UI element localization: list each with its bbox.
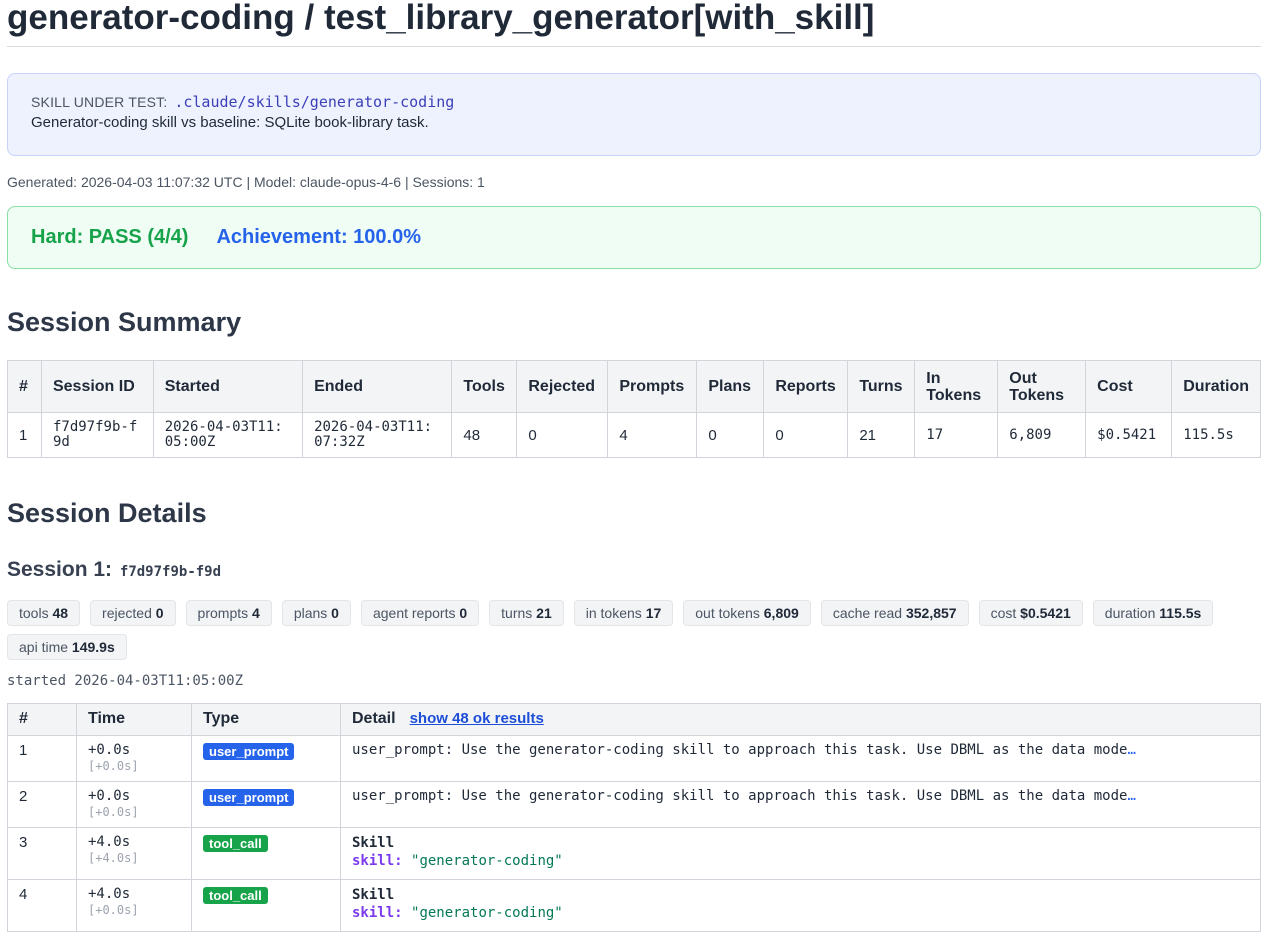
event-num: 4 [7,879,77,932]
session-started: started 2026-04-03T11:05:00Z [7,673,244,689]
generation-meta: Generated: 2026-04-03 11:07:32 UTC | Mod… [7,174,485,190]
type-badge: tool_call [203,887,268,904]
stat-chip-api-time: api time 149.9s [7,634,127,660]
stat-chip-cost: cost $0.5421 [978,600,1083,626]
stat-chip-tools: tools 48 [7,600,81,626]
session-stats: tools 48 rejected 0 prompts 4 plans 0 ag… [7,600,1261,660]
stat-chip-out-tokens: out tokens 6,809 [683,600,811,626]
type-badge: tool_call [203,835,268,852]
col-time: Time [76,703,192,736]
event-num: 2 [7,781,77,828]
col-detail-label: Detail [352,710,396,727]
event-time: +4.0s [+4.0s] [76,827,192,880]
event-num: 3 [7,827,77,880]
event-num: 1 [7,735,77,782]
cell-turns: 21 [847,412,916,458]
hard-result: Hard: PASS (4/4) [31,226,189,248]
table-row[interactable]: 3 +4.0s [+4.0s] tool_call Skill skill: "… [7,827,1261,880]
stat-chip-agent-reports: agent reports 0 [360,600,480,626]
event-detail: Skill skill: "generator-coding" [340,879,1261,932]
event-detail: user_prompt: Use the generator-coding sk… [340,735,1261,782]
stat-chip-turns: turns 21 [489,600,564,626]
col-rejected: Rejected [516,360,609,413]
cell-in-tokens: 17 [914,412,999,458]
event-time: +4.0s [+0.0s] [76,879,192,932]
skill-label: SKILL UNDER TEST: [31,94,168,110]
stat-chip-in-tokens: in tokens 17 [573,600,674,626]
event-detail: user_prompt: Use the generator-coding sk… [340,781,1261,828]
col-session-id: Session ID [40,360,154,413]
cell-session-id: f7d97f9b-f9d [40,412,154,458]
table-row: 1 f7d97f9b-f9d 2026-04-03T11:05:00Z 2026… [7,412,1261,458]
table-row[interactable]: 1 +0.0s [+0.0s] user_prompt user_prompt:… [7,735,1261,782]
col-num: # [7,703,77,736]
page-title: generator-coding / test_library_generato… [7,0,1261,47]
cell-ended: 2026-04-03T11:07:32Z [302,412,453,458]
session-label: Session 1: [7,558,113,581]
stat-chip-cache-read: cache read 352,857 [820,600,969,626]
show-ok-results-link[interactable]: show 48 ok results [410,710,544,727]
session-heading: Session 1: f7d97f9b-f9d [7,557,1261,583]
cell-reports: 0 [763,412,849,458]
cell-plans: 0 [696,412,765,458]
col-ended: Ended [302,360,453,413]
session-summary-table: # Session ID Started Ended Tools Rejecte… [7,360,1261,458]
expand-ellipsis[interactable]: … [1127,788,1135,804]
event-type: user_prompt [191,735,341,782]
col-in-tokens: In Tokens [914,360,999,413]
stat-chip-duration: duration 115.5s [1092,600,1214,626]
event-time: +0.0s [+0.0s] [76,781,192,828]
tool-name: Skill [352,887,395,903]
skill-description: Generator-coding skill vs baseline: SQLi… [31,114,429,131]
col-started: Started [152,360,304,413]
cell-rejected: 0 [516,412,609,458]
events-header-row: # Time Type Detail show 48 ok results [7,703,1261,736]
session-id: f7d97f9b-f9d [119,564,222,580]
event-type: tool_call [191,827,341,880]
event-type: tool_call [191,879,341,932]
expand-ellipsis[interactable]: … [1127,742,1135,758]
col-detail: Detail show 48 ok results [340,703,1261,736]
summary-header-row: # Session ID Started Ended Tools Rejecte… [7,360,1261,413]
col-prompts: Prompts [607,360,698,413]
col-num: # [7,360,42,413]
session-summary-heading: Session Summary [7,307,242,337]
col-tools: Tools [451,360,518,413]
cell-tools: 48 [451,412,518,458]
col-plans: Plans [696,360,765,413]
cell-started: 2026-04-03T11:05:00Z [152,412,304,458]
cell-duration: 115.5s [1171,412,1261,458]
event-detail: Skill skill: "generator-coding" [340,827,1261,880]
col-cost: Cost [1085,360,1173,413]
achievement-result: Achievement: 100.0% [216,226,421,248]
cell-out-tokens: 6,809 [997,412,1087,458]
result-panel: Hard: PASS (4/4) Achievement: 100.0% [7,206,1261,269]
col-type: Type [191,703,341,736]
cell-cost: $0.5421 [1085,412,1173,458]
session-details-heading: Session Details [7,498,207,528]
skill-under-test-panel: SKILL UNDER TEST: .claude/skills/generat… [7,73,1261,156]
skill-path: .claude/skills/generator-coding [174,93,455,111]
type-badge: user_prompt [203,789,295,806]
col-turns: Turns [847,360,916,413]
stat-chip-prompts: prompts 4 [185,600,272,626]
table-row[interactable]: 4 +4.0s [+0.0s] tool_call Skill skill: "… [7,879,1261,932]
events-table: # Time Type Detail show 48 ok results 1 +… [7,703,1261,932]
type-badge: user_prompt [203,743,295,760]
cell-prompts: 4 [607,412,698,458]
col-out-tokens: Out Tokens [997,360,1087,413]
col-reports: Reports [763,360,849,413]
col-duration: Duration [1171,360,1261,413]
stat-chip-plans: plans 0 [281,600,351,626]
tool-name: Skill [352,835,395,851]
event-type: user_prompt [191,781,341,828]
stat-chip-rejected: rejected 0 [90,600,176,626]
event-time: +0.0s [+0.0s] [76,735,192,782]
cell-num: 1 [7,412,42,458]
table-row[interactable]: 2 +0.0s [+0.0s] user_prompt user_prompt:… [7,781,1261,828]
